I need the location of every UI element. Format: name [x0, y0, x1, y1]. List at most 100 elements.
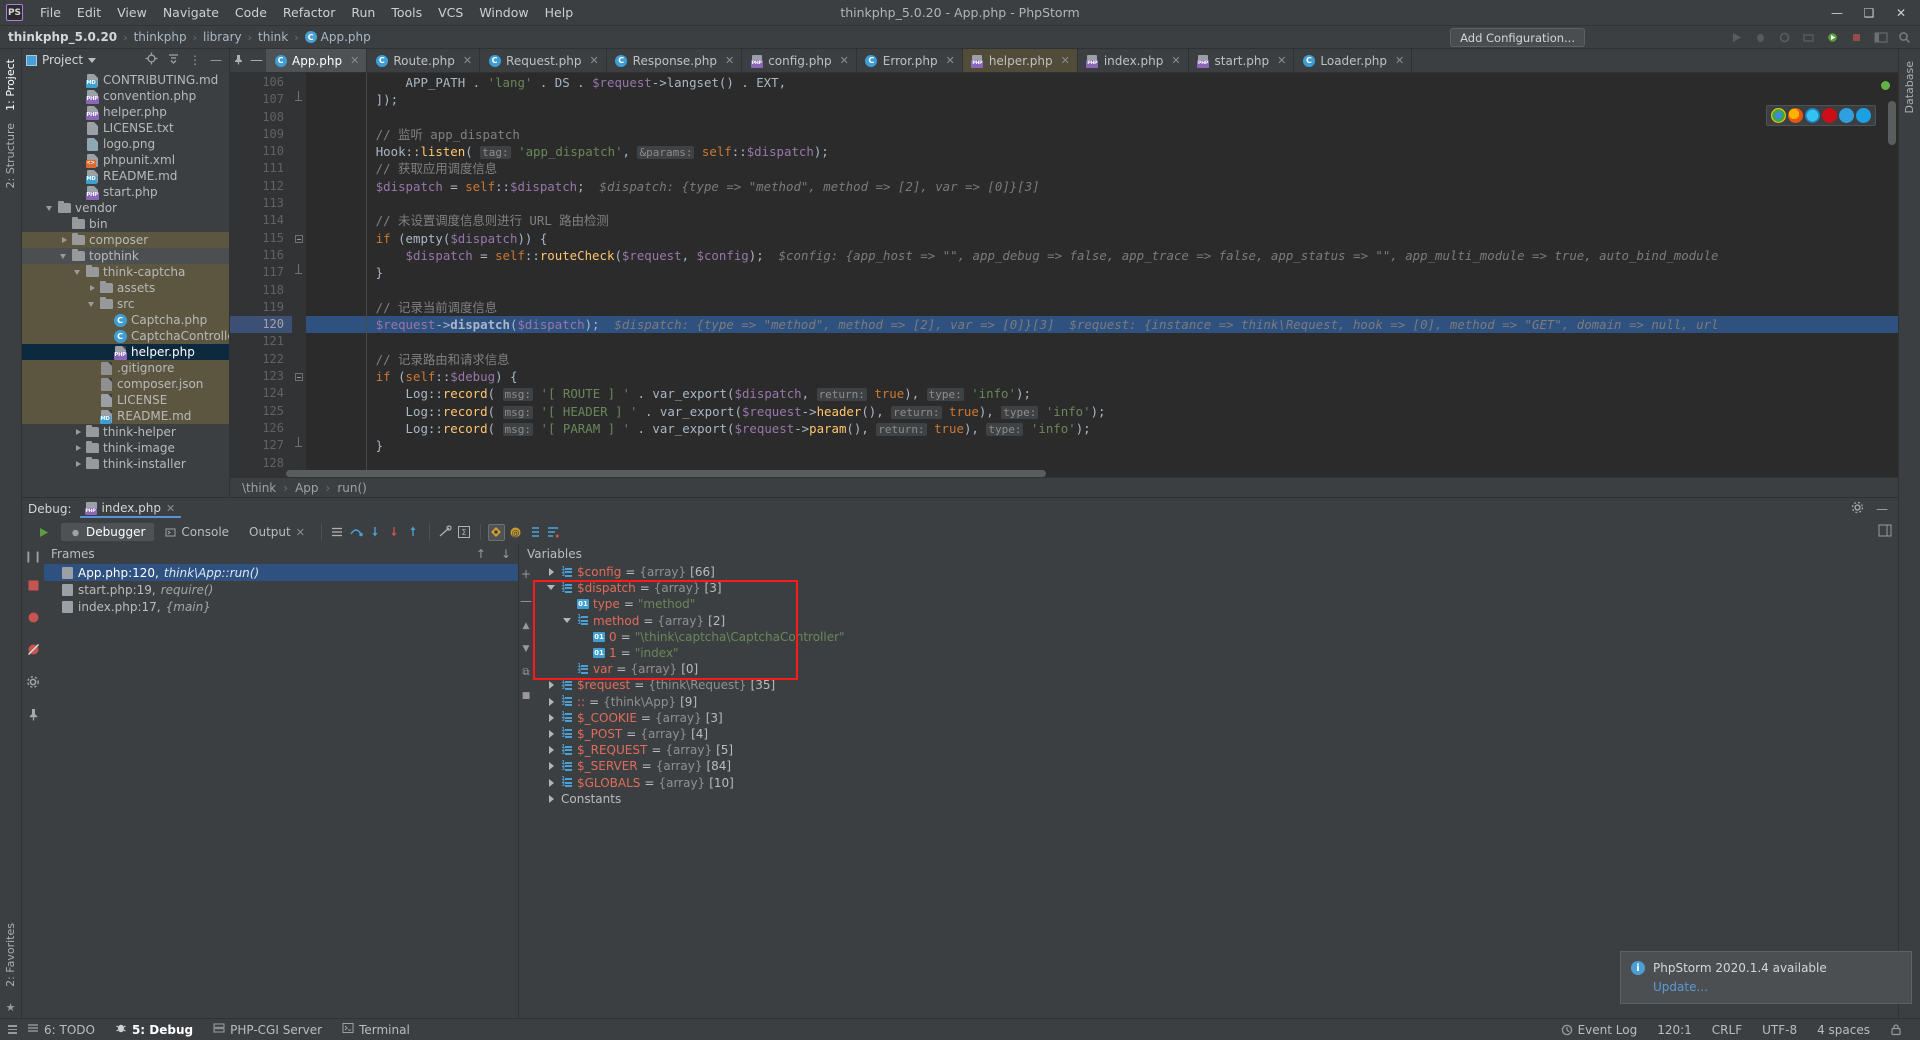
run-with-coverage-icon[interactable]: [1777, 30, 1792, 45]
frame-up-icon[interactable]: ↑: [476, 547, 486, 561]
close-tab-icon[interactable]: ✕: [589, 54, 598, 67]
code-line[interactable]: $dispatch = self::$dispatch; $dispatch: …: [306, 178, 1898, 195]
code-line[interactable]: [306, 282, 1898, 299]
bottom-tab[interactable]: 6: TODO: [17, 1022, 105, 1037]
add-watch-icon[interactable]: [545, 524, 562, 541]
code-line[interactable]: $dispatch = self::routeCheck($request, $…: [306, 247, 1898, 264]
code-line[interactable]: [306, 195, 1898, 212]
profile-icon[interactable]: [1801, 30, 1816, 45]
chevron-down-icon[interactable]: [88, 57, 97, 63]
search-everywhere-icon[interactable]: [1897, 30, 1912, 45]
add-configuration-button[interactable]: Add Configuration...: [1450, 28, 1585, 47]
variable-row[interactable]: 1 2 3 $_COOKIE = {array} [3]: [533, 710, 1898, 726]
hide-panel-icon[interactable]: —: [210, 53, 222, 67]
close-tab-icon[interactable]: ✕: [1277, 54, 1286, 67]
tree-node[interactable]: PHP helper.php: [22, 344, 229, 360]
code-line[interactable]: }: [306, 264, 1898, 281]
close-tab-icon[interactable]: ✕: [1395, 54, 1404, 67]
editor-tab[interactable]: C Loader.php ✕: [1294, 49, 1413, 72]
menu-window[interactable]: Window: [471, 3, 536, 22]
close-tab-icon[interactable]: ✕: [463, 54, 472, 67]
editor-tab[interactable]: PHP start.php ✕: [1189, 49, 1295, 72]
editor-tab[interactable]: C Request.php ✕: [480, 49, 607, 72]
layout-icon[interactable]: [1873, 30, 1888, 45]
tree-node[interactable]: think-image: [22, 440, 229, 456]
variable-expand-arrow-icon[interactable]: [547, 680, 557, 690]
bottom-tab[interactable]: PHP-CGI Server: [203, 1022, 332, 1037]
target-locate-icon[interactable]: [145, 52, 158, 68]
editor-tab[interactable]: PHP config.php ✕: [742, 49, 857, 72]
variable-row[interactable]: 01 0 = "\think\captcha\CaptchaController": [533, 629, 1898, 645]
force-step-into-icon[interactable]: [386, 524, 403, 541]
notification-update-link[interactable]: Update...: [1653, 980, 1827, 994]
editor-tab[interactable]: PHP index.php ✕: [1078, 49, 1189, 72]
notification-balloon[interactable]: i PhpStorm 2020.1.4 available Update...: [1620, 951, 1912, 1004]
breadcrumb-class[interactable]: App: [295, 481, 318, 495]
indent-setting[interactable]: 4 spaces: [1807, 1023, 1880, 1037]
code-line[interactable]: // 记录当前调度信息: [306, 299, 1898, 316]
debug-icon[interactable]: [1753, 30, 1768, 45]
tree-node[interactable]: MD README.md: [22, 408, 229, 424]
code-line[interactable]: Hook::listen( tag: 'app_dispatch', &para…: [306, 143, 1898, 160]
maximize-button[interactable]: ❑: [1854, 2, 1884, 24]
debug-layout-icon[interactable]: [1878, 524, 1898, 540]
frame-row[interactable]: App.php:120, think\App::run(): [44, 564, 518, 581]
menu-edit[interactable]: Edit: [69, 3, 109, 22]
breadcrumb-project[interactable]: thinkphp_5.0.20: [8, 30, 117, 44]
code-line[interactable]: $request->dispatch($dispatch); $dispatch…: [306, 316, 1898, 334]
editor-tab[interactable]: C App.php ✕: [266, 49, 368, 72]
tree-node[interactable]: LICENSE: [22, 392, 229, 408]
code-editor[interactable]: 106 107 108 109 110 111 112 113 114 115 116 117 118 1…: [230, 73, 1898, 477]
code-line[interactable]: // 记录路由和请求信息: [306, 351, 1898, 368]
menu-run[interactable]: Run: [343, 3, 383, 22]
close-tab-icon[interactable]: ✕: [350, 54, 359, 67]
tree-node[interactable]: <> phpunit.xml: [22, 152, 229, 168]
stop-icon[interactable]: [1849, 30, 1864, 45]
frame-down-icon[interactable]: ↓: [501, 547, 511, 561]
variable-row[interactable]: 01 1 = "index": [533, 645, 1898, 661]
breadcrumb-think[interactable]: think: [258, 30, 288, 44]
breadcrumb-thinkphp[interactable]: thinkphp: [134, 30, 187, 44]
tree-expand-arrow-icon[interactable]: [74, 460, 83, 469]
ie-icon[interactable]: [1856, 108, 1871, 123]
opera-icon[interactable]: [1822, 108, 1837, 123]
debug-hide-icon[interactable]: —: [1876, 502, 1888, 516]
bottom-tab[interactable]: Terminal: [332, 1022, 420, 1037]
move-watch-up-icon[interactable]: ▲: [523, 621, 530, 631]
variable-row[interactable]: 1 2 3:: = {think\App} [9]: [533, 694, 1898, 710]
variable-expand-arrow-icon[interactable]: [547, 713, 557, 723]
run-to-cursor-icon[interactable]: [437, 524, 454, 541]
variable-row[interactable]: 1 2 3 $dispatch = {array} [3]: [533, 580, 1898, 596]
source-code[interactable]: APP_PATH . 'lang' . DS . $request->langs…: [306, 73, 1898, 477]
breadcrumb-method[interactable]: run(): [337, 481, 367, 495]
tool-tab-database[interactable]: Database: [1902, 55, 1917, 120]
event-log-button[interactable]: Event Log: [1551, 1023, 1648, 1037]
fold-marker-icon[interactable]: [292, 368, 306, 385]
breadcrumb-library[interactable]: library: [203, 30, 242, 44]
tree-node[interactable]: think-captcha: [22, 264, 229, 280]
code-line[interactable]: if (self::$debug) {: [306, 368, 1898, 385]
tree-expand-arrow-icon[interactable]: [88, 284, 97, 293]
code-line[interactable]: // 获取应用调度信息: [306, 160, 1898, 177]
evaluate-expression-icon[interactable]: Σ: [456, 524, 473, 541]
code-line[interactable]: APP_PATH . 'lang' . DS . $request->langs…: [306, 74, 1898, 91]
stop-session-icon[interactable]: [27, 579, 40, 595]
tree-node[interactable]: think-installer: [22, 456, 229, 472]
firefox-icon[interactable]: [1788, 108, 1803, 123]
variable-expand-arrow-icon[interactable]: [547, 583, 557, 593]
variable-expand-arrow-icon[interactable]: [547, 745, 557, 755]
close-tab-icon[interactable]: ✕: [725, 54, 734, 67]
tool-tab-structure[interactable]: 2: Structure: [3, 117, 18, 194]
lock-icon[interactable]: [1880, 1023, 1912, 1036]
settings-list-icon[interactable]: [526, 524, 543, 541]
code-line[interactable]: // 未设置调度信息则进行 URL 路由检测: [306, 212, 1898, 229]
tree-node[interactable]: PHP convention.php: [22, 88, 229, 104]
tree-node[interactable]: topthink: [22, 248, 229, 264]
editor-tabs[interactable]: C App.php ✕ C Route.php ✕ C Request.php ✕ C Respon…: [266, 49, 1413, 72]
variable-expand-arrow-icon[interactable]: [547, 729, 557, 739]
debug-settings-gear-icon[interactable]: [26, 675, 40, 692]
mute-breakpoints-icon[interactable]: [487, 523, 505, 541]
variables-tree[interactable]: + — ▲ ▼ ⧉ ■ 1 2 3 $config = {array} [66] 1 2 3 $di…: [519, 564, 1898, 1018]
tree-node[interactable]: PHP start.php: [22, 184, 229, 200]
fold-marker-icon[interactable]: [292, 437, 306, 454]
